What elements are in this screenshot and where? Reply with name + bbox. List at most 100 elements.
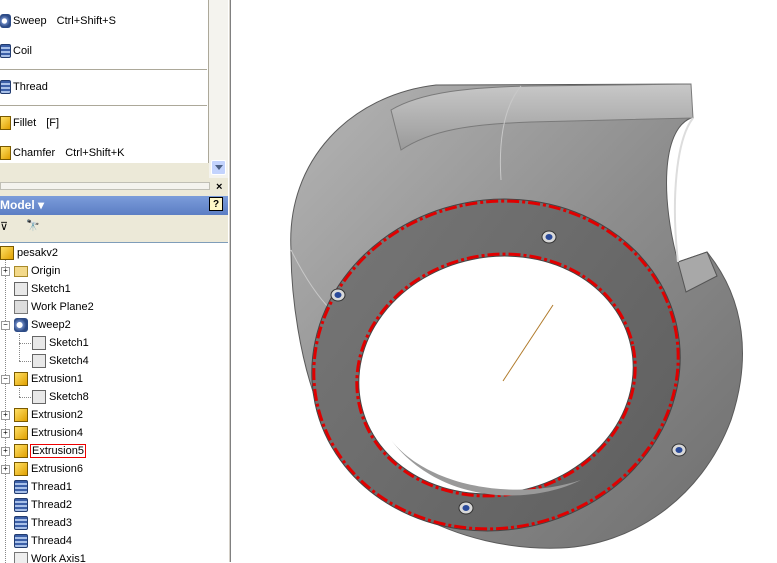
tree-node-sketch1[interactable]: Sketch1: [14, 280, 72, 298]
extrusion-icon: [14, 408, 28, 422]
expand-icon[interactable]: +: [1, 447, 10, 456]
fillet-icon: [0, 116, 11, 130]
tree-label: Extrusion2: [31, 409, 83, 421]
expand-icon[interactable]: +: [1, 267, 10, 276]
tree-node-thread1[interactable]: Thread1: [14, 478, 73, 496]
bolt-hole: [545, 234, 553, 240]
close-panel-icon[interactable]: ×: [216, 181, 222, 193]
browser-toolbar: ⊽ 🔭: [0, 216, 228, 240]
tree-connector: [19, 343, 31, 344]
find-icon[interactable]: 🔭: [26, 219, 40, 232]
tree-node-workaxis1[interactable]: Work Axis1: [14, 550, 87, 563]
fillet-command[interactable]: Fillet [F]: [0, 112, 209, 134]
thread-icon: [14, 534, 28, 548]
fillet-label: Fillet: [13, 117, 37, 129]
tree-label-selected: Extrusion5: [30, 444, 86, 458]
scroll-down-button[interactable]: [211, 160, 226, 175]
extrusion-icon: [14, 372, 28, 386]
coil-icon: [0, 44, 11, 58]
workplane-icon: [14, 300, 28, 314]
tree-label: Thread2: [31, 499, 72, 511]
collapse-icon[interactable]: −: [1, 321, 10, 330]
expand-icon[interactable]: +: [1, 465, 10, 474]
tree-node-sketch4[interactable]: Sketch4: [32, 352, 90, 370]
tree-label: Extrusion1: [31, 373, 83, 385]
tree-node-extrusion6[interactable]: Extrusion6: [14, 460, 84, 478]
tree-label: Sketch8: [49, 391, 89, 403]
sweep-icon: [0, 14, 11, 28]
extrusion-icon: [14, 426, 28, 440]
folder-icon: [14, 265, 28, 277]
extrusion-icon: [14, 462, 28, 476]
help-icon[interactable]: ?: [209, 197, 223, 211]
tree-label: Work Plane2: [31, 301, 94, 313]
collapse-icon[interactable]: −: [1, 375, 10, 384]
tree-node-sweep-sketch1[interactable]: Sketch1: [32, 334, 90, 352]
tree-connector: [19, 388, 20, 397]
tree-label: Sketch1: [31, 283, 71, 295]
chamfer-command[interactable]: Chamfer Ctrl+Shift+K: [0, 142, 209, 164]
browser-header[interactable]: Model ▾ ?: [0, 196, 228, 215]
model-tree: pesakv2 + Origin Sketch1 Work Plane2 − S…: [0, 242, 228, 563]
thread-command[interactable]: Thread: [0, 76, 209, 98]
bolt-hole: [675, 447, 683, 453]
thread-icon: [14, 498, 28, 512]
filter-icon[interactable]: ⊽: [0, 220, 8, 233]
tree-node-workplane2[interactable]: Work Plane2: [14, 298, 95, 316]
coil-command[interactable]: Coil: [0, 40, 209, 62]
tree-node-sweep2[interactable]: Sweep2: [14, 316, 72, 334]
tree-connector: [5, 253, 6, 563]
graphics-viewport[interactable]: [231, 0, 777, 562]
tree-connector: [19, 361, 31, 362]
part-icon: [0, 246, 14, 260]
expand-icon[interactable]: +: [1, 411, 10, 420]
chamfer-icon: [0, 146, 11, 160]
fillet-shortcut: [F]: [46, 117, 60, 129]
chamfer-label: Chamfer: [13, 147, 56, 159]
sketch-icon: [32, 354, 46, 368]
tree-node-root[interactable]: pesakv2: [0, 244, 59, 262]
sketch-icon: [14, 282, 28, 296]
left-panel: Sweep Ctrl+Shift+S Coil Thread Fillet [F…: [0, 0, 228, 563]
browser-title[interactable]: Model ▾: [0, 198, 44, 212]
sketch-icon: [32, 336, 46, 350]
tree-node-extrusion1[interactable]: Extrusion1: [14, 370, 84, 388]
tree-connector: [19, 397, 31, 398]
feature-panel: Sweep Ctrl+Shift+S Coil Thread Fillet [F…: [0, 0, 209, 163]
separator: [0, 105, 207, 106]
bolt-hole: [334, 292, 342, 298]
tree-label: Sketch1: [49, 337, 89, 349]
tree-label: Sketch4: [49, 355, 89, 367]
extrusion-icon: [14, 444, 28, 458]
tree-node-thread2[interactable]: Thread2: [14, 496, 73, 514]
tree-node-thread3[interactable]: Thread3: [14, 514, 73, 532]
thread-icon: [14, 480, 28, 494]
tree-connector: [19, 334, 20, 361]
tree-label: Extrusion4: [31, 427, 83, 439]
panel-scrollbar[interactable]: [209, 0, 228, 178]
tree-node-thread4[interactable]: Thread4: [14, 532, 73, 550]
tree-node-extrusion4[interactable]: Extrusion4: [14, 424, 84, 442]
model-view[interactable]: [231, 0, 777, 562]
sweep-label: Sweep: [13, 15, 47, 27]
thread-label: Thread: [13, 81, 48, 93]
thread-icon: [14, 516, 28, 530]
separator: [0, 69, 207, 70]
chamfer-shortcut: Ctrl+Shift+K: [65, 147, 125, 159]
tree-node-origin[interactable]: Origin: [14, 262, 61, 280]
outlet-edge: [673, 117, 694, 263]
sweep-icon: [14, 318, 28, 332]
sweep-command[interactable]: Sweep Ctrl+Shift+S: [0, 10, 209, 32]
tree-node-extrusion5[interactable]: Extrusion5: [14, 442, 86, 460]
thread-icon: [0, 80, 11, 94]
sweep-shortcut: Ctrl+Shift+S: [56, 15, 116, 27]
bolt-hole: [462, 505, 470, 511]
tree-label: Origin: [31, 265, 61, 277]
tree-label: Thread1: [31, 481, 72, 493]
tree-label: Thread3: [31, 517, 72, 529]
tree-node-extrusion2[interactable]: Extrusion2: [14, 406, 84, 424]
tree-label: pesakv2: [17, 247, 58, 259]
tree-node-sketch8[interactable]: Sketch8: [32, 388, 90, 406]
expand-icon[interactable]: +: [1, 429, 10, 438]
panel-horizontal-scrollbar[interactable]: [0, 182, 210, 190]
